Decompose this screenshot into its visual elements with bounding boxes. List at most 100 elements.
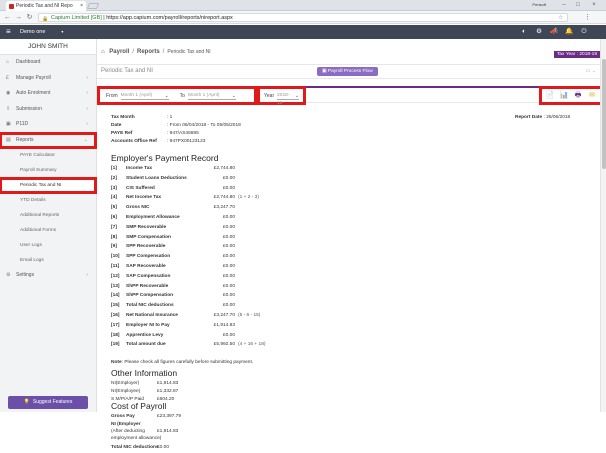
item-value: £1,914.83 — [157, 381, 179, 386]
year-label: Year — [264, 92, 275, 99]
minimize-icon[interactable]: – — [560, 2, 568, 9]
sidebar-subitem-additional-forms[interactable]: Additional Forms — [0, 223, 96, 238]
close-tab-icon[interactable]: × — [80, 1, 83, 11]
back-icon[interactable]: ← — [3, 13, 12, 22]
settings-gear-icon[interactable]: ⚙ — [535, 28, 543, 36]
sidebar-subitem-additional-reports[interactable]: Additional Reports — [0, 208, 96, 223]
row-label: SPP Compensation — [126, 254, 171, 260]
maximize-icon[interactable]: □ — [574, 2, 582, 9]
pdf-export-icon[interactable]: 📄 — [545, 91, 555, 101]
payroll-process-flow-button[interactable]: ▣ Payroll Process Flow — [317, 67, 378, 76]
tax-year-badge: Tax Year : 2018-19 — [553, 51, 600, 58]
sidebar-item-reports[interactable]: ▤ Reports ⌄ — [0, 131, 97, 149]
row-label: ShPP Recoverable — [126, 283, 169, 289]
row-value: £0.00 — [222, 303, 235, 309]
forward-icon[interactable]: → — [14, 13, 23, 22]
scrollbar-thumb[interactable] — [602, 59, 606, 169]
row-label: SMP Compensation — [126, 234, 171, 240]
announcement-icon[interactable]: 📣 — [550, 28, 558, 36]
home-icon[interactable]: ⌂ — [101, 49, 105, 55]
row-number: [7] — [111, 224, 117, 230]
table-row: [4] Net Income Tax £2,744.80 (1 + 2 - 3) — [111, 195, 331, 203]
help-icon[interactable]: ▭ ⌄ — [586, 68, 596, 74]
main-content: ⌂ Payroll / Reports / Periodic Tax and NI Ta… — [97, 39, 606, 450]
gear-icon: ⚙ — [6, 272, 11, 278]
suggest-features-button[interactable]: 💡 Suggest Features — [8, 396, 88, 409]
sidebar-item-dashboard[interactable]: ⌂ Dashboard — [0, 55, 96, 71]
table-row: [14] ShPP Compensation £0.00 — [111, 293, 331, 301]
sidebar-subitem-email-logs[interactable]: Email Logs — [0, 253, 96, 268]
sidebar-subitem-user-logs[interactable]: User Logs — [0, 238, 96, 253]
url-field[interactable]: 🔒 Capium Limited [GB] | https://app.capi… — [38, 13, 568, 22]
row-label: Total NIC deductions — [126, 303, 174, 309]
sidebar-item-submission[interactable]: ⇪ Submission › — [0, 102, 96, 118]
year-select[interactable]: 2018-19 ⌄ — [277, 92, 300, 106]
tab-title: Periodic Tax and NI Repo — [16, 3, 73, 9]
table-row: [1] Income Tax £2,744.80 — [111, 166, 331, 174]
table-row: [8] SMP Compensation £0.00 — [111, 235, 331, 243]
row-label: ShPP Compensation — [126, 293, 174, 299]
lock-icon: 🔒 — [42, 16, 49, 22]
row-number: [8] — [111, 234, 117, 240]
profile-name[interactable]: Pensoft — [532, 2, 546, 7]
sidebar-item-settings[interactable]: ⚙ Settings › — [0, 268, 96, 284]
new-tab-button[interactable] — [86, 3, 100, 9]
chevron-down-icon: ▾ — [61, 29, 64, 34]
sidebar: JOHN SMITH ⌂ Dashboard £ Manage Payroll › ◉… — [0, 39, 97, 412]
cost-of-payroll-heading: Cost of Payroll — [111, 401, 167, 411]
paye-ref-row: PAYE Ref: 947/AS45695 — [111, 131, 199, 136]
sidebar-subitem-ytd-details[interactable]: YTD Details — [0, 193, 96, 208]
row-label: Employment Allowance — [126, 215, 180, 220]
breadcrumb-reports[interactable]: Reports — [137, 49, 160, 55]
sidebar-subitem-paye-calculator[interactable]: PAYE Calculator — [0, 148, 96, 163]
chevron-down-icon: ⌄ — [164, 92, 169, 99]
bookmark-star-icon[interactable]: ☆ — [558, 14, 563, 22]
sidebar-item-auto-enrolment[interactable]: ◉ Auto Enrolment › — [0, 86, 96, 102]
row-value: £0.00 — [222, 254, 235, 260]
tax-month-row: Tax Month: 1 — [111, 115, 173, 120]
sidebar-subitem-periodic-tax-ni[interactable]: Periodic Tax and NI — [0, 177, 97, 194]
row-label: Net Income Tax — [126, 195, 162, 201]
scrollbar[interactable] — [600, 39, 606, 412]
top-icon-group: ◐ ⚙ 📣 🔔 ⏻ — [520, 28, 588, 36]
row-value: £0.00 — [222, 332, 235, 338]
table-row: [11] SAP Recoverable £0.00 — [111, 264, 331, 272]
sidebar-item-manage-payroll[interactable]: £ Manage Payroll › — [0, 71, 96, 87]
employers-payment-record-heading: Employer's Payment Record — [111, 153, 219, 163]
from-month-select[interactable]: Month 1 (April) ⌄ — [120, 92, 169, 100]
logout-icon[interactable]: ⏻ — [580, 28, 588, 36]
page-subheader: Periodic Tax and NI ▣ Payroll Process Fl… — [97, 64, 606, 79]
close-window-icon[interactable]: × — [590, 2, 598, 9]
support-icon[interactable]: ◐ — [520, 28, 528, 36]
print-icon[interactable]: 🖶 — [573, 91, 583, 101]
email-icon[interactable]: ✉ — [587, 91, 597, 101]
row-number: [9] — [111, 244, 117, 250]
hamburger-menu-icon[interactable]: ≡ — [6, 28, 11, 36]
item-value: £1,914.83 — [157, 429, 179, 434]
sidebar-subitem-payroll-summary[interactable]: Payroll Summary — [0, 163, 96, 178]
row-number: [5] — [111, 205, 117, 211]
browser-tab[interactable]: Periodic Tax and NI Repo × — [6, 1, 86, 11]
p11d-icon: ▣ — [6, 121, 11, 127]
row-value: £0.00 — [222, 175, 235, 181]
company-selector[interactable]: Demo one ▾ — [20, 29, 63, 35]
report-note: Note: Please check all figures carefully… — [111, 360, 254, 365]
item-label: NI(Employer) — [111, 381, 140, 386]
row-value: £0.00 — [222, 283, 235, 289]
table-row: [19] Total amount due £5,992.50 (4 + 16 + 1… — [111, 342, 331, 350]
chevron-right-icon: › — [86, 121, 88, 127]
item-label: Gross Pay — [111, 414, 135, 419]
row-label: Employer NI to Pay — [126, 322, 170, 328]
item-label: employment allowance) — [111, 436, 162, 441]
row-value: £0.00 — [222, 244, 235, 250]
reload-icon[interactable]: ↻ — [25, 13, 34, 22]
row-value: £0.00 — [222, 224, 235, 230]
row-number: [19] — [111, 342, 120, 348]
browser-tab-strip: Periodic Tax and NI Repo × Pensoft – □ × — [0, 0, 606, 11]
breadcrumb-payroll[interactable]: Payroll — [109, 49, 129, 55]
excel-export-icon[interactable]: 📊 — [559, 91, 569, 101]
notification-bell-icon[interactable]: 🔔 — [565, 28, 573, 36]
to-month-select[interactable]: Month 1 (April) ⌄ — [187, 92, 236, 100]
extension-icon[interactable]: ⋮ — [583, 13, 592, 22]
sidebar-item-p11d[interactable]: ▣ P11D › — [0, 117, 96, 133]
